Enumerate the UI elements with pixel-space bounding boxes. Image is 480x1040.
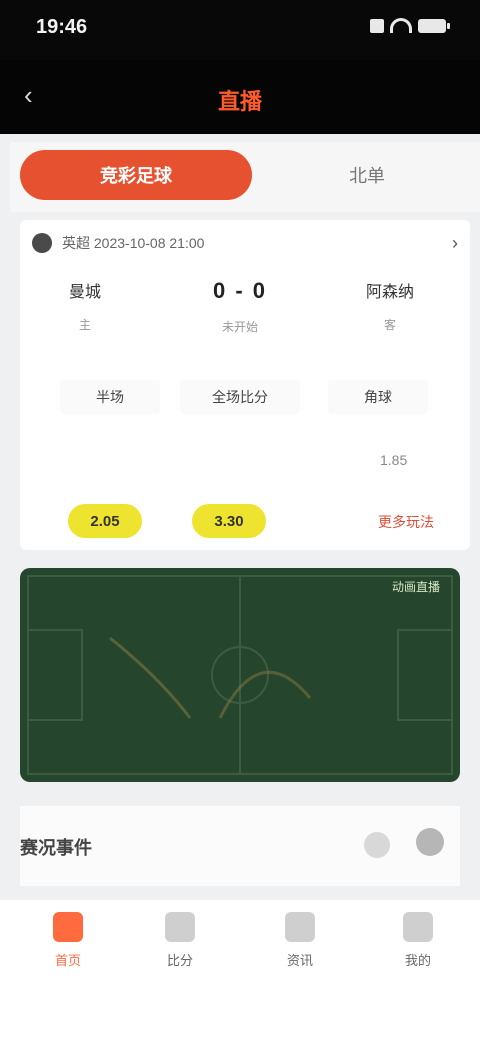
live-pitch[interactable]: 动画直播 <box>20 568 460 782</box>
score-icon <box>165 912 195 942</box>
more-plays-link[interactable]: 更多玩法 <box>378 512 434 532</box>
match-card-header: 英超 2023-10-08 21:00 › <box>32 230 458 256</box>
odds-info: 1.85 <box>380 452 408 468</box>
chevron-right-icon[interactable]: › <box>452 233 458 254</box>
teams-row: 曼城 主 0 - 0 未开始 阿森纳 客 <box>20 278 470 338</box>
match-card[interactable]: 英超 2023-10-08 21:00 › 曼城 主 0 - 0 未开始 阿森纳… <box>20 220 470 550</box>
odds-info-row: 1.85 <box>20 452 470 482</box>
wifi-icon <box>390 18 412 33</box>
chip-halftime[interactable]: 半场 <box>60 380 160 414</box>
tab-home[interactable]: 首页 <box>20 912 116 1002</box>
tab-me[interactable]: 我的 <box>370 912 466 1002</box>
user-icon <box>403 912 433 942</box>
home-team-sub: 主 <box>78 318 91 332</box>
home-team: 曼城 主 <box>30 278 140 333</box>
odds-button-1[interactable]: 2.05 <box>68 504 142 538</box>
away-team: 阿森纳 客 <box>330 278 450 333</box>
section-title: 赛况事件 <box>20 838 92 858</box>
signal-icon <box>370 18 384 33</box>
tab-news[interactable]: 资讯 <box>252 912 348 1002</box>
away-team-name: 阿森纳 <box>365 284 414 301</box>
tab-me-label: 我的 <box>404 953 431 968</box>
refresh-icon[interactable] <box>364 832 390 858</box>
battery-icon <box>418 18 450 33</box>
odds-row: 2.05 3.30 更多玩法 <box>20 500 470 544</box>
away-team-sub: 客 <box>383 318 396 332</box>
home-icon <box>53 912 83 942</box>
status-icons <box>370 18 450 33</box>
status-bar: 19:46 <box>0 0 480 60</box>
chips-row: 半场 全场比分 角球 <box>20 380 470 420</box>
tab-score[interactable]: 比分 <box>132 912 228 1002</box>
settings-icon[interactable] <box>416 828 444 856</box>
home-team-name: 曼城 <box>68 284 101 301</box>
bottom-tab-bar: 首页 比分 资讯 我的 <box>0 900 480 1040</box>
score: 0 - 0 <box>212 278 268 303</box>
news-icon <box>285 912 315 942</box>
odds-button-2[interactable]: 3.30 <box>192 504 266 538</box>
tab-news-label: 资讯 <box>286 953 313 968</box>
tab-home-label: 首页 <box>54 953 81 968</box>
segment-active[interactable]: 竞彩足球 <box>20 150 252 200</box>
match-status: 未开始 <box>221 320 258 334</box>
segment-inactive[interactable]: 北单 <box>272 150 462 200</box>
pitch-lines <box>27 575 453 775</box>
events-section: 赛况事件 <box>20 806 460 886</box>
page-title: 直播 <box>217 89 262 114</box>
league-label: 英超 2023-10-08 21:00 <box>62 235 205 251</box>
segment-bar: 竞彩足球 北单 <box>10 142 480 212</box>
top-header: ‹ 直播 <box>0 60 480 134</box>
league-icon <box>32 233 52 253</box>
chip-corners[interactable]: 角球 <box>328 380 428 414</box>
pitch-caption: 动画直播 <box>391 580 440 594</box>
tab-score-label: 比分 <box>166 953 193 968</box>
status-time: 19:46 <box>36 16 88 38</box>
chip-correct-score[interactable]: 全场比分 <box>180 380 300 414</box>
score-block: 0 - 0 未开始 <box>180 278 300 335</box>
